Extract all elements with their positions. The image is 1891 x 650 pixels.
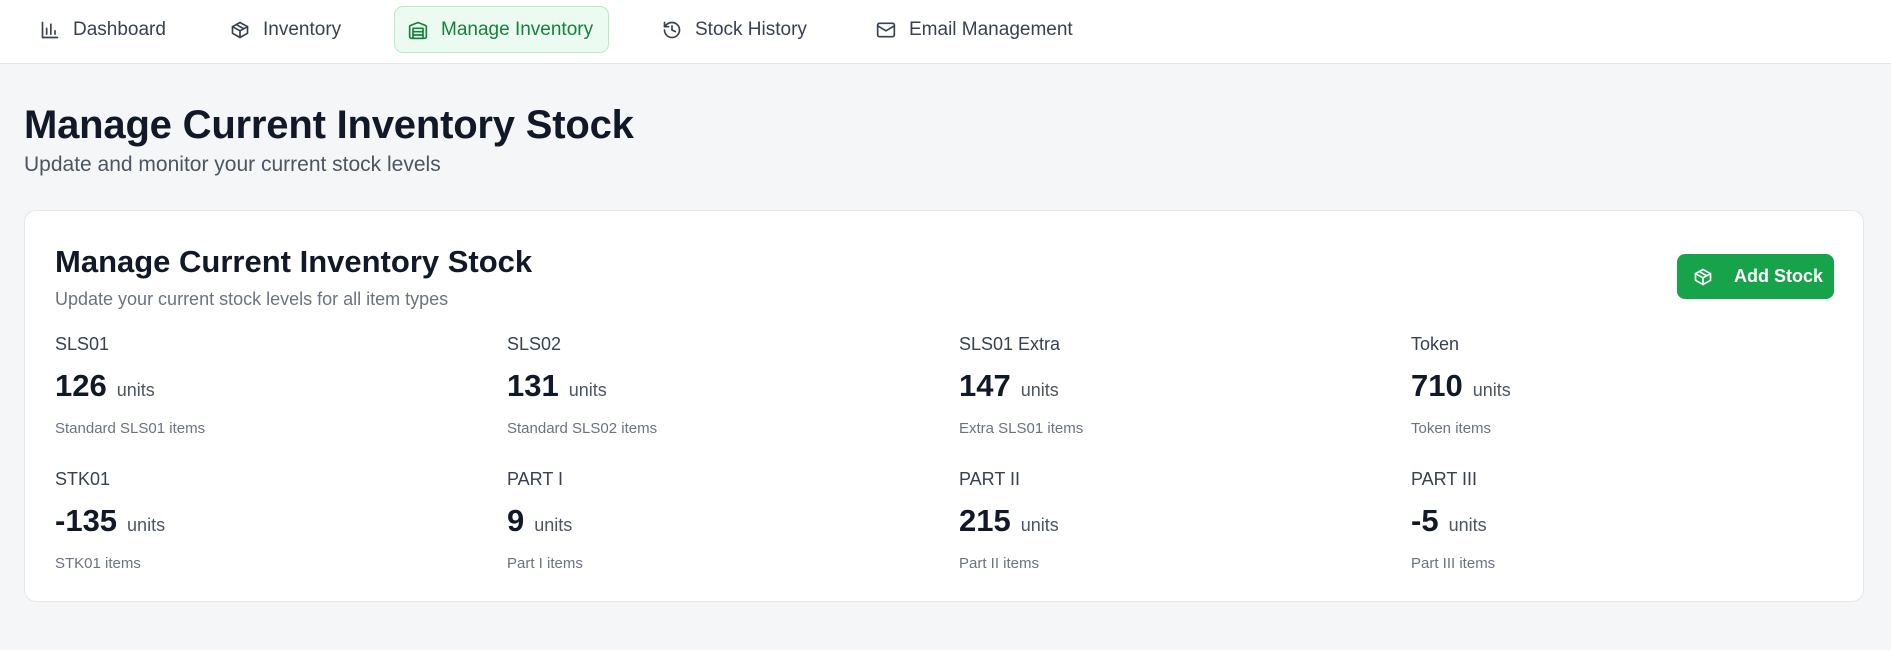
- nav-dashboard[interactable]: Dashboard: [26, 6, 182, 53]
- stock-item-unit: units: [116, 380, 155, 400]
- stock-item-value-row: 131 units: [507, 368, 607, 404]
- stock-card: Manage Current Inventory Stock Update yo…: [24, 210, 1864, 602]
- stock-item-value: 710: [1411, 368, 1463, 403]
- stock-item-value: -135: [55, 503, 118, 538]
- nav-manage-inventory-label: Manage Inventory: [441, 18, 594, 40]
- nav-dashboard-label: Dashboard: [73, 18, 166, 40]
- stock-item-description: Part III items: [1411, 555, 1496, 572]
- bar-chart-icon: [41, 21, 59, 38]
- card-title: Manage Current Inventory Stock: [55, 244, 533, 279]
- stock-item-value-row: 710 units: [1411, 368, 1511, 404]
- nav-stock-history-label: Stock History: [695, 18, 807, 40]
- stock-item-name: PART I: [507, 469, 564, 489]
- stock-item-name: SLS02: [507, 334, 562, 354]
- package-icon: [1694, 268, 1712, 285]
- stock-item-name: SLS01 Extra: [959, 334, 1061, 354]
- stock-item-value-row: 147 units: [959, 368, 1059, 404]
- history-icon: [663, 21, 681, 38]
- card-subtitle: Update your current stock levels for all…: [55, 289, 449, 309]
- stock-item-unit: units: [1472, 380, 1511, 400]
- mail-icon: [876, 22, 896, 37]
- stock-item-value: 215: [959, 503, 1011, 538]
- stock-item-name: STK01: [55, 469, 111, 489]
- package-icon: [231, 21, 249, 38]
- nav-stock-history[interactable]: Stock History: [648, 6, 823, 53]
- stock-item-unit: units: [1448, 515, 1487, 535]
- nav-email-management-label: Email Management: [909, 18, 1073, 40]
- stock-item-value: 147: [959, 368, 1011, 403]
- add-stock-button[interactable]: Add Stock: [1677, 254, 1834, 299]
- stock-item-unit: units: [1020, 515, 1059, 535]
- stock-item-value-row: 126 units: [55, 368, 155, 404]
- stock-item-value: 131: [507, 368, 559, 403]
- stock-item-unit: units: [1020, 380, 1059, 400]
- stock-item-description: STK01 items: [55, 555, 141, 572]
- warehouse-icon: [408, 21, 428, 39]
- stock-item-value: -5: [1411, 503, 1439, 538]
- stock-item-description: Extra SLS01 items: [959, 420, 1084, 437]
- add-stock-button-label: Add Stock: [1734, 266, 1824, 286]
- stock-item-description: Part I items: [507, 555, 583, 572]
- stock-item-description: Part II items: [959, 555, 1040, 572]
- stock-item-value-row: 215 units: [959, 503, 1059, 539]
- stock-item-name: Token: [1411, 334, 1460, 354]
- stock-item-name: PART II: [959, 469, 1021, 489]
- stock-item-description: Standard SLS02 items: [507, 420, 658, 437]
- top-navigation: Dashboard Inventory Manage Inventory Sto…: [0, 0, 1891, 64]
- stock-item-description: Token items: [1411, 420, 1492, 437]
- stock-item-description: Standard SLS01 items: [55, 420, 206, 437]
- stock-item-unit: units: [534, 515, 573, 535]
- nav-inventory-label: Inventory: [263, 18, 342, 40]
- stock-item-unit: units: [127, 515, 166, 535]
- nav-manage-inventory[interactable]: Manage Inventory: [394, 6, 610, 53]
- page-subtitle: Update and monitor your current stock le…: [24, 153, 441, 176]
- stock-item-value-row: -135 units: [55, 503, 165, 539]
- nav-inventory[interactable]: Inventory: [216, 6, 357, 53]
- stock-item-value-row: -5 units: [1411, 503, 1487, 539]
- stock-item-value: 9: [507, 503, 525, 538]
- page-title: Manage Current Inventory Stock: [24, 103, 634, 147]
- nav-email-management[interactable]: Email Management: [862, 6, 1089, 53]
- stock-item-value: 126: [55, 368, 107, 403]
- stock-item-name: SLS01: [55, 334, 110, 354]
- stock-item-value-row: 9 units: [507, 503, 572, 539]
- stock-item-name: PART III: [1411, 469, 1478, 489]
- stock-item-unit: units: [568, 380, 607, 400]
